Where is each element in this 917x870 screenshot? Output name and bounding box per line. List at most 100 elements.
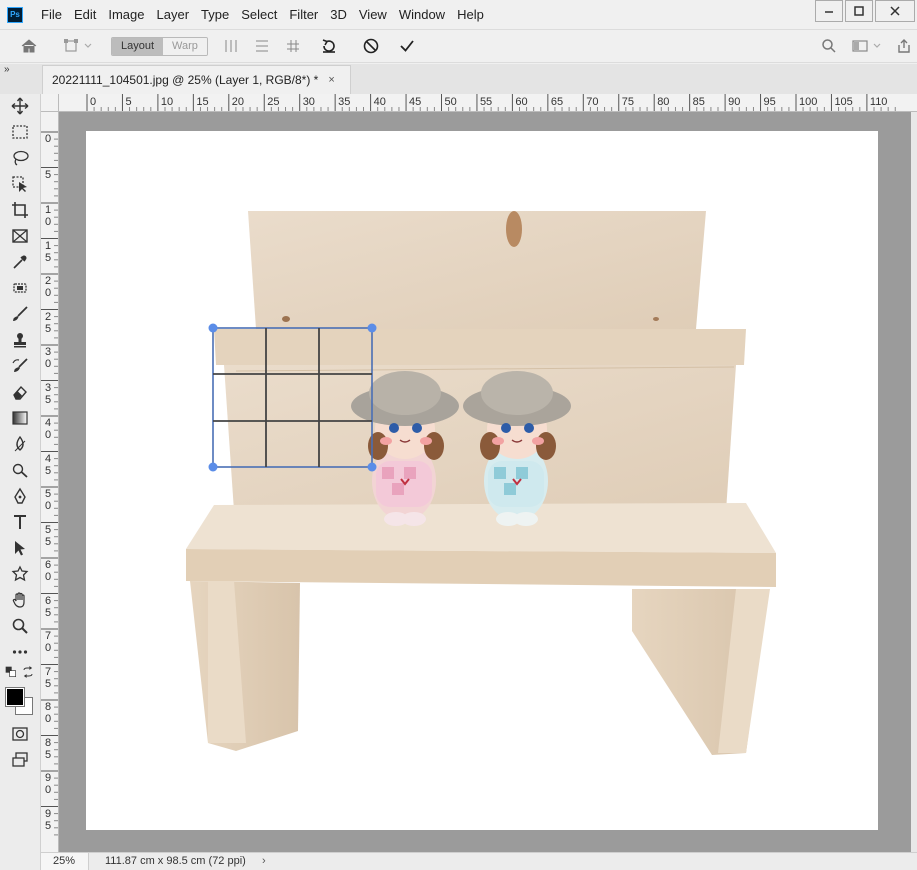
maximize-icon[interactable] <box>845 0 873 22</box>
options-bar: Layout Warp <box>0 29 917 63</box>
ruler-top-label: 65 <box>550 96 564 108</box>
collapse-toolbar-icon[interactable]: » <box>4 64 10 75</box>
transform-handle-top-right <box>367 323 377 333</box>
ruler-top-label: 35 <box>338 96 351 108</box>
close-tab-icon[interactable]: × <box>328 74 334 86</box>
ruler-top-label: 0 <box>90 96 97 108</box>
horizontal-split-icon[interactable] <box>251 30 273 62</box>
default-colors-icon[interactable] <box>3 664 19 680</box>
share-icon[interactable] <box>893 30 915 62</box>
dodge-icon[interactable] <box>7 458 33 482</box>
ruler-left-label: 70 <box>44 630 52 654</box>
document-tab[interactable]: 20221111_104501.jpg @ 25% (Layer 1, RGB/… <box>42 65 351 94</box>
screen-mode-icon[interactable] <box>7 748 33 772</box>
ruler-top-label: 60 <box>515 96 528 108</box>
ruler-top-label: 110 <box>869 96 888 108</box>
photoshop-logo: Ps <box>7 6 23 23</box>
vertical-split-icon[interactable] <box>220 30 242 62</box>
menu-file[interactable]: File <box>35 0 68 29</box>
ruler-origin[interactable] <box>41 94 59 112</box>
menu-window[interactable]: Window <box>393 0 451 29</box>
more-tools-icon[interactable] <box>7 640 33 664</box>
pen-icon[interactable] <box>7 484 33 508</box>
canvas-workspace[interactable] <box>59 112 911 852</box>
layout-mode-button[interactable]: Layout <box>112 38 164 55</box>
crop-icon[interactable] <box>7 198 33 222</box>
history-brush-icon[interactable] <box>7 354 33 378</box>
menu-view[interactable]: View <box>353 0 393 29</box>
quick-mask-icon[interactable] <box>7 722 33 746</box>
photo-layer <box>186 211 776 755</box>
cross-split-icon[interactable] <box>282 30 304 62</box>
bench-seat <box>186 503 776 755</box>
move-icon[interactable] <box>7 94 33 118</box>
ruler-top-label: 40 <box>373 96 386 108</box>
blur-icon[interactable] <box>7 432 33 456</box>
frame-icon[interactable] <box>7 224 33 248</box>
menu-3d[interactable]: 3D <box>324 0 353 29</box>
ruler-top-label: 20 <box>231 96 245 108</box>
status-menu-arrow[interactable]: › <box>262 853 266 870</box>
menu-edit[interactable]: Edit <box>68 0 102 29</box>
zoom-icon[interactable] <box>7 614 33 638</box>
logo-text: Ps <box>10 10 20 19</box>
ruler-top-label: 25 <box>267 96 280 108</box>
menu-type[interactable]: Type <box>195 0 235 29</box>
type-icon[interactable] <box>7 510 33 534</box>
ruler-left-label: 25 <box>44 310 52 335</box>
commit-transform-icon[interactable] <box>394 30 420 62</box>
lasso-icon[interactable] <box>7 146 33 170</box>
ruler-top-label: 80 <box>657 96 670 108</box>
zoom-level-field[interactable]: 25% <box>41 853 89 870</box>
stamp-icon[interactable] <box>7 328 33 352</box>
home-icon[interactable] <box>16 30 42 62</box>
path-select-icon[interactable] <box>7 536 33 560</box>
document-size-info: 111.87 cm x 98.5 cm (72 ppi) <box>105 855 246 867</box>
document-tab-title: 20221111_104501.jpg @ 25% (Layer 1, RGB/… <box>52 73 319 87</box>
ruler-top-label: 75 <box>621 96 634 108</box>
healing-icon[interactable] <box>7 276 33 300</box>
swap-colors-icon[interactable] <box>20 664 36 680</box>
menu-select[interactable]: Select <box>235 0 283 29</box>
ruler-left-label: 45 <box>44 452 52 477</box>
ruler-top-label: 85 <box>692 96 705 108</box>
warp-mode-button[interactable]: Warp <box>163 38 207 55</box>
eyedropper-icon[interactable] <box>7 250 33 274</box>
ruler-left-label: 30 <box>44 346 52 370</box>
brush-icon[interactable] <box>7 302 33 326</box>
menu-layer[interactable]: Layer <box>151 0 196 29</box>
ruler-left-label: 40 <box>44 417 52 441</box>
vertical-scrollbar[interactable] <box>911 112 917 852</box>
eraser-icon[interactable] <box>7 380 33 404</box>
document-canvas[interactable] <box>86 131 878 830</box>
ruler-top-label: 90 <box>728 96 741 108</box>
object-select-icon[interactable] <box>7 172 33 196</box>
menu-help[interactable]: Help <box>451 0 490 29</box>
workspace-switcher-icon[interactable] <box>848 30 886 62</box>
ruler-top-label: 100 <box>799 96 818 108</box>
ruler-top-label: 70 <box>586 96 599 108</box>
hand-icon[interactable] <box>7 588 33 612</box>
transform-preset-icon[interactable] <box>58 30 98 62</box>
close-window-icon[interactable] <box>875 0 915 22</box>
menu-image[interactable]: Image <box>102 0 150 29</box>
status-bar: 25% 111.87 cm x 98.5 cm (72 ppi) › <box>41 852 917 870</box>
vertical-ruler[interactable]: 0 5 10 15 20 25 30 35 40 45 50 55 60 65 70 75 80 85 90 95 <box>41 112 59 852</box>
foreground-color-swatch[interactable] <box>5 687 25 707</box>
ruler-left-label: 95 <box>44 807 52 832</box>
shape-icon[interactable] <box>7 562 33 586</box>
ruler-left-label: 10 <box>44 204 52 228</box>
search-icon[interactable] <box>817 30 841 62</box>
minimize-icon[interactable] <box>815 0 843 22</box>
reset-warp-icon[interactable] <box>316 30 342 62</box>
marquee-icon[interactable] <box>7 120 33 144</box>
ruler-left-label: 55 <box>44 523 52 548</box>
menu-bar: Ps File Edit Image Layer Type Select Fil… <box>0 0 917 29</box>
menu-filter[interactable]: Filter <box>283 0 324 29</box>
gradient-icon[interactable] <box>7 406 33 430</box>
ruler-left-label: 0 <box>44 133 52 145</box>
ruler-left-label: 90 <box>44 772 52 796</box>
ruler-left-label: 60 <box>44 559 52 583</box>
horizontal-ruler[interactable]: 0 5 10 15 20 25 30 35 40 45 50 55 60 65 70 75 80 85 90 95 10… <box>59 94 917 112</box>
cancel-transform-icon[interactable] <box>358 30 384 62</box>
